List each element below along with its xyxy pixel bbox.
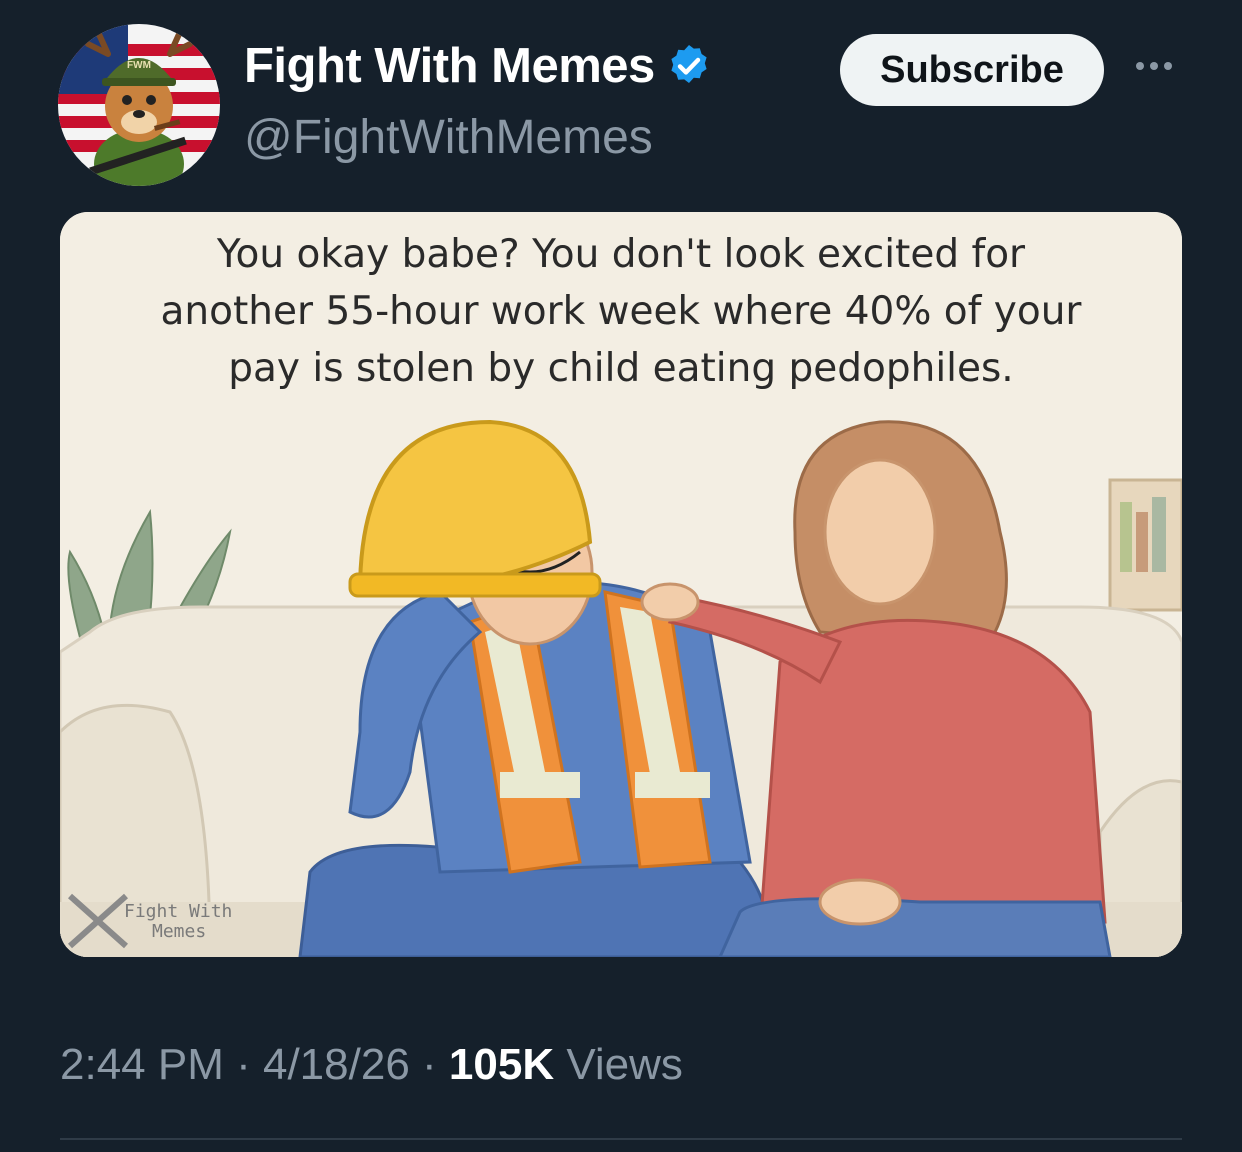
divider	[60, 1138, 1182, 1140]
views-count: 105K	[448, 1040, 555, 1089]
caption-line: You okay babe? You don't look excited fo…	[216, 232, 1026, 277]
subscribe-button[interactable]: Subscribe	[840, 34, 1104, 106]
more-horizontal-icon[interactable]	[1128, 46, 1180, 86]
post-time[interactable]: 2:44 PM	[60, 1040, 224, 1089]
author-name-row[interactable]: Fight With Memes	[244, 38, 713, 94]
post-date[interactable]: 4/18/26	[263, 1040, 410, 1089]
post-media-image[interactable]: You okay babe? You don't look excited fo…	[60, 212, 1182, 957]
display-name[interactable]: Fight With Memes	[244, 38, 655, 94]
watermark: Fight With Memes	[66, 892, 296, 952]
avatar-badge-text: FWM	[127, 60, 151, 71]
caption-line: pay is stolen by child eating pedophiles…	[228, 346, 1014, 391]
views-label: Views	[554, 1040, 683, 1089]
caption-line: another 55-hour work week where 40% of y…	[160, 289, 1082, 334]
author-handle[interactable]: @FightWithMemes	[244, 110, 653, 165]
post-meta: 2:44 PM · 4/18/26 · 105K Views	[60, 1040, 683, 1090]
meta-separator: ·	[409, 1040, 449, 1089]
verified-badge-icon	[671, 45, 707, 83]
meta-separator: ·	[223, 1040, 263, 1089]
watermark-line: Memes	[152, 921, 207, 942]
x-logo-icon	[68, 893, 128, 949]
watermark-line: Fight With	[124, 901, 233, 922]
avatar[interactable]: FWM	[58, 24, 220, 186]
meme-caption: You okay babe? You don't look excited fo…	[60, 226, 1182, 397]
